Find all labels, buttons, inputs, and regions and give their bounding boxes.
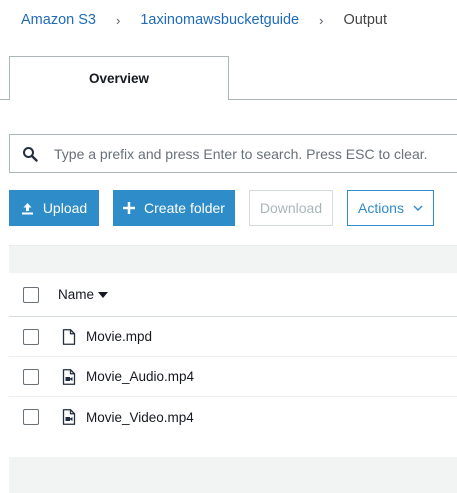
- file-name[interactable]: Movie.mpd: [86, 329, 152, 344]
- search-bar: [9, 134, 457, 173]
- breadcrumb-bucket[interactable]: 1axinomawsbucketguide: [140, 12, 299, 28]
- tab-overview[interactable]: Overview: [9, 56, 229, 100]
- select-all-checkbox[interactable]: [23, 286, 39, 303]
- actions-button[interactable]: Actions: [347, 190, 434, 226]
- name-header-label: Name: [58, 287, 95, 302]
- breadcrumb-separator: ›: [319, 12, 324, 28]
- search-input[interactable]: [54, 145, 444, 162]
- name-column-header[interactable]: Name: [58, 287, 109, 302]
- plus-icon: [123, 202, 136, 214]
- create-folder-button[interactable]: Create folder: [113, 190, 235, 226]
- actions-label: Actions: [358, 200, 404, 216]
- file-icon: [62, 328, 76, 345]
- breadcrumb-separator: ›: [115, 12, 121, 28]
- breadcrumb-current: Output: [343, 12, 387, 28]
- file-name[interactable]: Movie_Video.mp4: [86, 410, 194, 425]
- upload-button[interactable]: Upload: [9, 190, 99, 226]
- table-toolbar-band: [9, 245, 457, 273]
- table-row[interactable]: Movie_Audio.mp4: [9, 357, 457, 397]
- row-checkbox[interactable]: [23, 328, 39, 345]
- row-checkbox[interactable]: [23, 409, 39, 425]
- table-header: Name: [9, 273, 457, 317]
- breadcrumb: Amazon S3 › 1axinomawsbucketguide › Outp…: [21, 10, 387, 30]
- video-file-icon: [62, 409, 76, 425]
- video-file-icon: [62, 368, 76, 385]
- table-row[interactable]: Movie_Video.mp4: [9, 397, 457, 437]
- row-checkbox[interactable]: [23, 368, 39, 385]
- breadcrumb-amazon-s3[interactable]: Amazon S3: [21, 12, 96, 28]
- table-footer-band: [9, 457, 457, 493]
- chevron-down-icon: [413, 205, 423, 211]
- sort-down-icon: [98, 291, 109, 298]
- file-name[interactable]: Movie_Audio.mp4: [86, 369, 194, 384]
- upload-icon: [21, 202, 34, 215]
- create-folder-label: Create folder: [144, 200, 225, 216]
- search-icon: [23, 146, 38, 162]
- download-button[interactable]: Download: [249, 190, 333, 226]
- table-row[interactable]: Movie.mpd: [9, 317, 457, 357]
- upload-label: Upload: [42, 200, 88, 216]
